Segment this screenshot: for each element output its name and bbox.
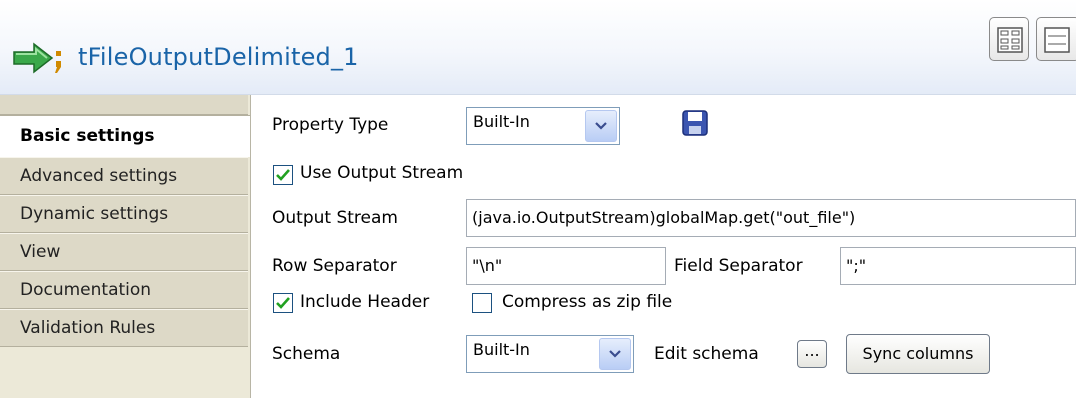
property-type-value: Built-In bbox=[473, 112, 530, 131]
use-output-stream-checkbox[interactable] bbox=[273, 165, 293, 185]
row-separator-input[interactable]: "\n" bbox=[466, 247, 666, 285]
sidebar-item-basic-settings[interactable]: Basic settings bbox=[0, 115, 250, 157]
edit-schema-label: Edit schema bbox=[654, 344, 759, 364]
save-icon[interactable] bbox=[681, 109, 709, 137]
grid-layout-button[interactable] bbox=[989, 17, 1029, 61]
sync-columns-button[interactable]: Sync columns bbox=[846, 334, 990, 374]
property-type-label: Property Type bbox=[272, 115, 389, 135]
sidebar-top-spacer bbox=[0, 95, 248, 115]
list-layout-icon bbox=[1044, 27, 1070, 53]
schema-value: Built-In bbox=[473, 340, 530, 359]
sidebar-item-view[interactable]: View bbox=[0, 233, 248, 271]
checkmark-icon bbox=[276, 169, 290, 181]
sidebar-item-dynamic-settings[interactable]: Dynamic settings bbox=[0, 195, 248, 233]
compress-zip-label: Compress as zip file bbox=[502, 292, 673, 312]
file-output-arrow-icon bbox=[13, 42, 61, 74]
component-header: tFileOutputDelimited_1 bbox=[0, 0, 1076, 95]
schema-label: Schema bbox=[272, 344, 341, 364]
chevron-down-icon[interactable] bbox=[599, 338, 631, 370]
component-title: tFileOutputDelimited_1 bbox=[78, 43, 359, 71]
list-layout-button[interactable] bbox=[1036, 17, 1076, 61]
sidebar-item-validation-rules[interactable]: Validation Rules bbox=[0, 309, 248, 347]
field-separator-input[interactable]: ";" bbox=[840, 247, 1076, 285]
sidebar-item-documentation[interactable]: Documentation bbox=[0, 271, 248, 309]
output-stream-input[interactable]: (java.io.OutputStream)globalMap.get("out… bbox=[466, 199, 1076, 237]
compress-zip-checkbox[interactable] bbox=[472, 293, 492, 313]
schema-select[interactable]: Built-In bbox=[466, 335, 634, 373]
row-separator-label: Row Separator bbox=[272, 256, 397, 276]
grid-layout-icon bbox=[997, 27, 1023, 53]
checkmark-icon bbox=[276, 297, 290, 309]
settings-sidebar: Basic settings Advanced settings Dynamic… bbox=[0, 95, 251, 398]
chevron-down-icon[interactable] bbox=[585, 110, 617, 142]
use-output-stream-label: Use Output Stream bbox=[300, 163, 464, 183]
field-separator-label: Field Separator bbox=[674, 256, 803, 276]
sidebar-item-advanced-settings[interactable]: Advanced settings bbox=[0, 157, 248, 195]
include-header-label: Include Header bbox=[300, 292, 430, 312]
property-type-select[interactable]: Built-In bbox=[466, 107, 620, 145]
output-stream-label: Output Stream bbox=[272, 208, 398, 228]
include-header-checkbox[interactable] bbox=[273, 293, 293, 313]
edit-schema-button[interactable]: ... bbox=[797, 340, 827, 368]
